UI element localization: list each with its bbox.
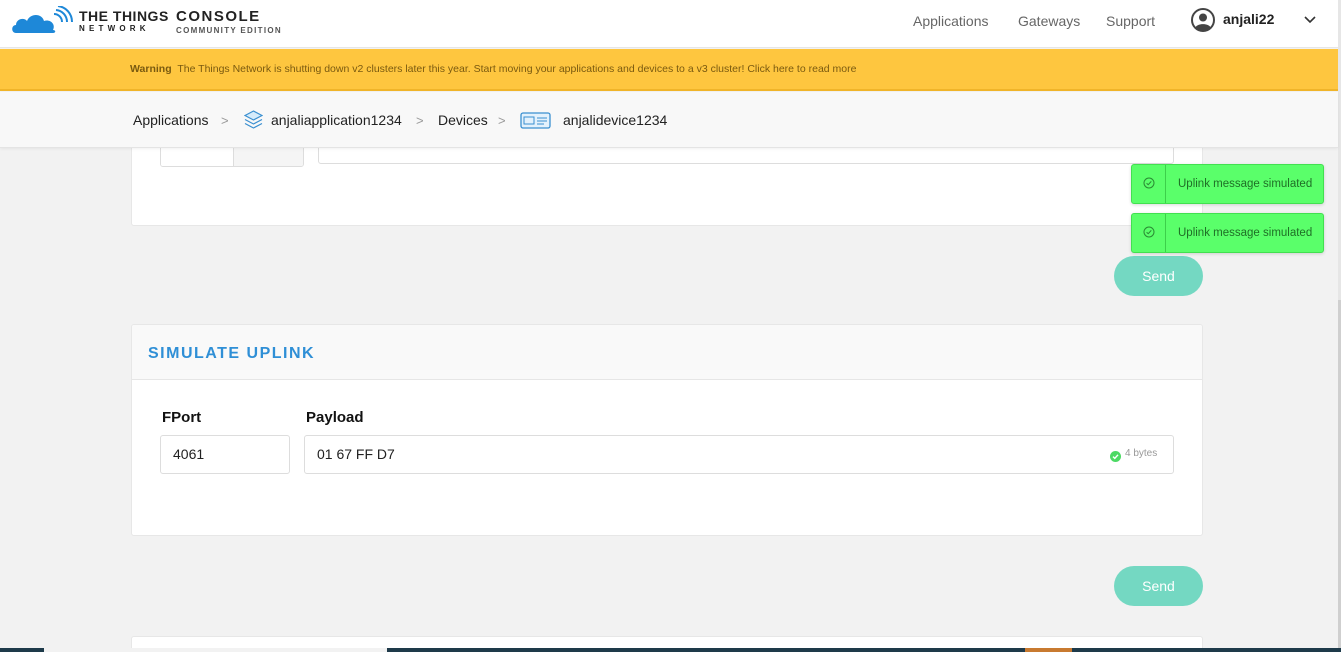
toast-message: Uplink message simulated bbox=[1178, 178, 1313, 190]
brand-name: THE THINGS bbox=[79, 8, 169, 24]
breadcrumb-separator: > bbox=[221, 113, 229, 128]
brand-subtitle: NETWORK bbox=[79, 24, 150, 33]
simulate-uplink-panel: SIMULATE UPLINK bbox=[131, 324, 1203, 536]
check-circle-icon bbox=[1143, 226, 1155, 238]
bottom-strip-segment bbox=[44, 648, 387, 652]
toast-icon-area bbox=[1132, 165, 1166, 203]
simulate-send-button[interactable]: Send bbox=[1114, 566, 1203, 606]
payload-size: 4 bytes bbox=[1125, 448, 1158, 459]
toast-notification[interactable]: Uplink message simulated bbox=[1131, 164, 1324, 204]
warning-banner[interactable]: Warning The Things Network is shutting d… bbox=[0, 49, 1338, 91]
breadcrumb-device[interactable]: anjalidevice1234 bbox=[563, 112, 667, 128]
bottom-strip-segment bbox=[1025, 648, 1072, 652]
toast-icon-area bbox=[1132, 214, 1166, 252]
nav-support[interactable]: Support bbox=[1106, 13, 1155, 29]
user-avatar-icon[interactable] bbox=[1191, 8, 1215, 32]
toast-message: Uplink message simulated bbox=[1178, 227, 1313, 239]
toast-notification[interactable]: Uplink message simulated bbox=[1131, 213, 1324, 253]
nav-gateways[interactable]: Gateways bbox=[1018, 13, 1080, 29]
breadcrumb-separator: > bbox=[416, 113, 424, 128]
fport-label: FPort bbox=[162, 409, 202, 426]
bottom-strip bbox=[0, 648, 1341, 652]
application-stack-icon bbox=[244, 110, 263, 129]
breadcrumb-applications[interactable]: Applications bbox=[133, 112, 209, 128]
payload-label: Payload bbox=[306, 409, 364, 426]
panel-header: SIMULATE UPLINK bbox=[132, 325, 1202, 380]
device-icon bbox=[520, 112, 551, 129]
check-circle-icon bbox=[1143, 177, 1155, 189]
send-button[interactable]: Send bbox=[1114, 256, 1203, 296]
breadcrumb-application[interactable]: anjaliapplication1234 bbox=[271, 112, 402, 128]
valid-check-icon bbox=[1110, 451, 1121, 462]
nav-applications[interactable]: Applications bbox=[913, 13, 989, 29]
breadcrumb-devices[interactable]: Devices bbox=[438, 112, 488, 128]
ttn-cloud-logo-icon[interactable] bbox=[10, 6, 74, 36]
top-navbar: THE THINGS NETWORK CONSOLE COMMUNITY EDI… bbox=[0, 0, 1341, 48]
warning-text[interactable]: The Things Network is shutting down v2 c… bbox=[177, 63, 856, 75]
warning-message[interactable]: Warning The Things Network is shutting d… bbox=[130, 63, 856, 75]
panel-title: SIMULATE UPLINK bbox=[148, 345, 316, 362]
breadcrumb-separator: > bbox=[498, 113, 506, 128]
warning-label: Warning bbox=[130, 63, 172, 75]
chevron-down-icon[interactable] bbox=[1303, 15, 1317, 25]
console-edition: COMMUNITY EDITION bbox=[176, 26, 282, 35]
user-name[interactable]: anjali22 bbox=[1223, 11, 1274, 27]
fport-input[interactable]: 4061 bbox=[160, 435, 290, 474]
payload-input[interactable]: 01 67 FF D7 bbox=[304, 435, 1174, 474]
breadcrumb: Applications > anjaliapplication1234 > D… bbox=[0, 92, 1338, 148]
console-title: CONSOLE bbox=[176, 8, 261, 25]
